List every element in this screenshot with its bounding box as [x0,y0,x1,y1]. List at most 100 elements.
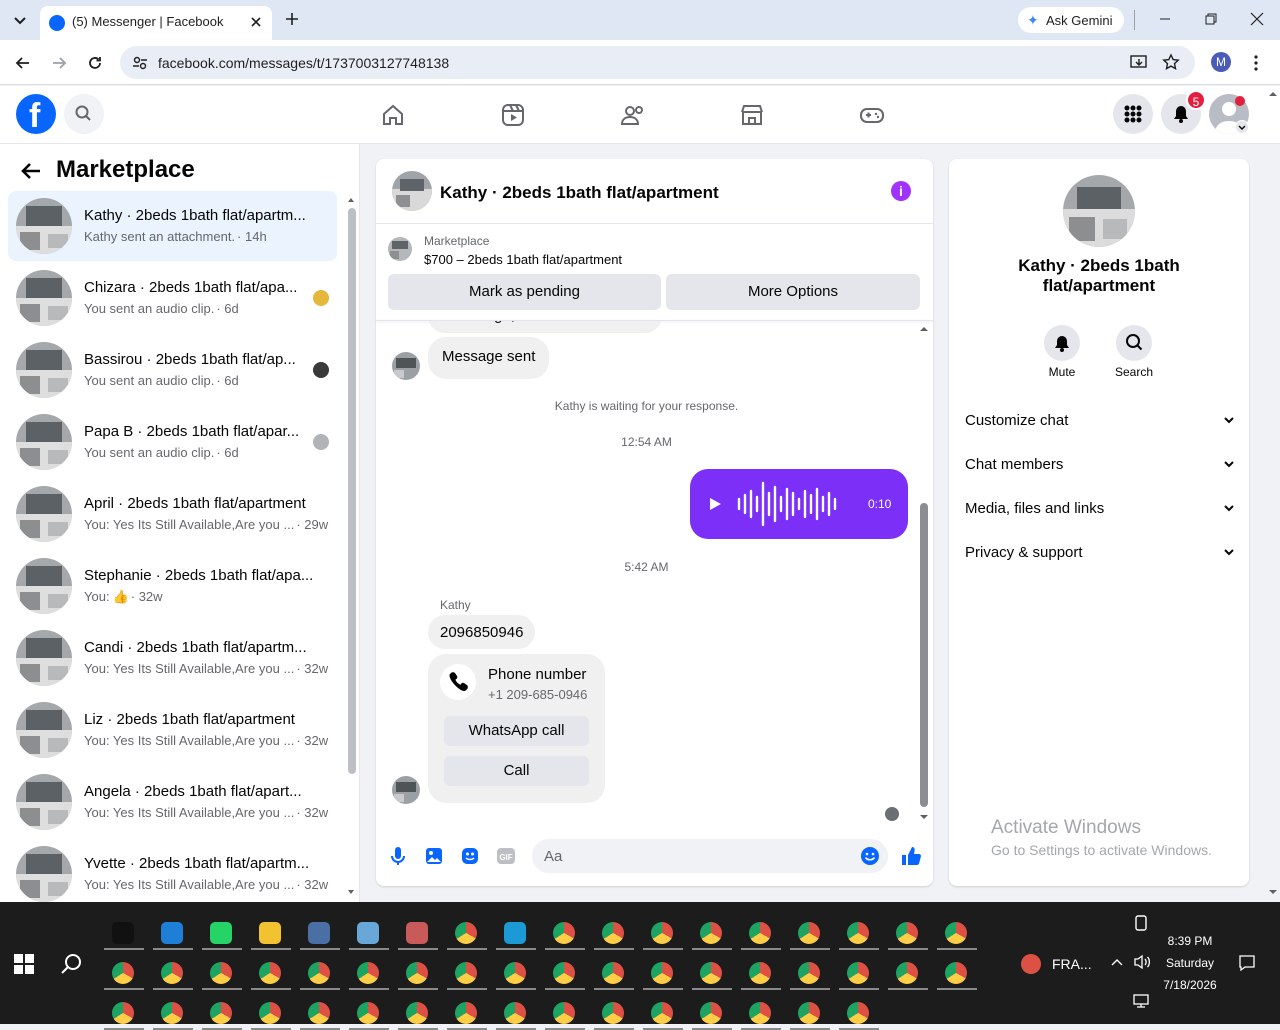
like-button[interactable] [900,845,922,867]
chrome-window-icon[interactable] [896,922,918,944]
voice-clip-button[interactable] [388,846,408,866]
taskbar-app-icon[interactable] [357,922,379,944]
chrome-window-icon[interactable] [455,962,477,984]
chrome-window-icon[interactable] [798,1002,820,1024]
scrollbar-thumb[interactable] [920,503,928,807]
chrome-window-icon[interactable] [945,922,967,944]
chrome-window-icon[interactable] [504,962,526,984]
chrome-window-icon[interactable] [406,962,428,984]
taskbar-app-icon[interactable] [308,922,330,944]
reload-button[interactable] [86,54,104,72]
conversation-item[interactable]: Kathy · 2beds 1bath flat/apartm... Kathy … [8,191,337,261]
chrome-window-icon[interactable] [749,1002,771,1024]
more-options-button[interactable]: More Options [666,274,920,310]
mute-button[interactable] [1044,325,1080,361]
audio-message[interactable]: 0:10 [690,469,908,539]
nav-reels[interactable] [500,102,526,128]
chrome-window-icon[interactable] [455,922,477,944]
chrome-window-icon[interactable] [210,1002,232,1024]
conversation-item[interactable]: Chizara · 2beds 1bath flat/apa... You sen… [8,263,337,333]
listing-title[interactable]: $700 – 2beds 1bath flat/apartment [424,252,622,267]
site-info-icon[interactable] [132,55,148,71]
nav-gaming[interactable] [859,102,885,128]
chrome-window-icon[interactable] [455,1002,477,1024]
account-chevron-icon[interactable] [1235,120,1249,134]
info-button[interactable]: i [891,181,911,201]
chrome-window-icon[interactable] [357,962,379,984]
chrome-window-icon[interactable] [945,962,967,984]
clock-time[interactable]: 8:39 PM [1150,934,1230,948]
chrome-window-icon[interactable] [749,922,771,944]
thread-scrollbar[interactable] [919,325,929,821]
chrome-window-icon[interactable] [161,1002,183,1024]
scrollbar-thumb[interactable] [348,208,356,774]
conversation-item[interactable]: Stephanie · 2beds 1bath flat/apa... You: 👍… [8,551,337,621]
chrome-window-icon[interactable] [896,962,918,984]
chrome-window-icon[interactable] [504,1002,526,1024]
chrome-window-icon[interactable] [798,962,820,984]
nav-home[interactable] [380,102,406,128]
nav-friends[interactable] [620,102,646,128]
chrome-window-icon[interactable] [700,962,722,984]
tray-language[interactable]: FRA... [1052,956,1092,972]
profile-avatar[interactable]: M [1211,52,1231,72]
tray-chrome-icon[interactable] [1021,954,1041,974]
chat-avatar[interactable] [392,171,432,211]
start-button[interactable] [14,954,34,974]
whatsapp-call-button[interactable]: WhatsApp call [444,716,589,746]
ask-gemini-button[interactable]: ✦ Ask Gemini [1018,7,1124,33]
taskbar-app-icon[interactable] [259,922,281,944]
conversation-item[interactable]: April · 2beds 1bath flat/apartment You: Y… [8,479,337,549]
clock-date[interactable]: 7/18/2026 [1150,978,1230,992]
new-tab-button[interactable] [283,10,301,28]
details-section-row[interactable]: Chat members [965,456,1235,473]
sticker-button[interactable] [460,846,480,866]
details-section-row[interactable]: Customize chat [965,412,1235,429]
page-scroll-down[interactable] [1268,888,1278,896]
details-section-row[interactable]: Media, files and links [965,500,1235,517]
forward-button[interactable] [50,54,68,72]
chrome-window-icon[interactable] [406,1002,428,1024]
phone-number-message[interactable]: 2096850946 [428,615,536,649]
network-icon[interactable] [1133,994,1149,1008]
gif-button[interactable]: GIF [496,846,516,866]
conversation-item[interactable]: Liz · 2beds 1bath flat/apartment You: Yes… [8,695,337,765]
chrome-window-icon[interactable] [749,962,771,984]
browser-tab[interactable]: (5) Messenger | Facebook [40,6,272,40]
volume-icon[interactable] [1133,954,1151,970]
taskbar-app-icon[interactable] [504,922,526,944]
nav-marketplace[interactable] [739,102,765,128]
chrome-window-icon[interactable] [210,962,232,984]
search-button[interactable] [64,94,104,134]
chrome-window-icon[interactable] [553,1002,575,1024]
chrome-window-icon[interactable] [259,1002,281,1024]
chrome-window-icon[interactable] [112,962,134,984]
emoji-icon[interactable] [860,846,880,866]
play-icon[interactable] [708,497,722,511]
facebook-logo-icon[interactable]: f [16,94,56,135]
menu-button[interactable] [1113,94,1153,134]
chrome-window-icon[interactable] [847,962,869,984]
conversation-item[interactable]: Papa B · 2beds 1bath flat/apar... You sen… [8,407,337,477]
tray-chevron-up-icon[interactable] [1111,957,1123,967]
chrome-window-icon[interactable] [847,922,869,944]
chrome-window-icon[interactable] [308,1002,330,1024]
search-in-chat-button[interactable] [1116,325,1152,361]
chrome-window-icon[interactable] [700,1002,722,1024]
restore-button[interactable] [1204,12,1218,26]
taskbar-app-icon[interactable] [210,922,232,944]
chrome-window-icon[interactable] [553,922,575,944]
conversation-item[interactable]: Yvette · 2beds 1bath flat/apartm... You: … [8,839,337,909]
back-button[interactable] [14,54,32,72]
conversation-item[interactable]: Bassirou · 2beds 1bath flat/ap... You sen… [8,335,337,405]
chrome-menu-button[interactable] [1252,54,1260,72]
chrome-window-icon[interactable] [602,922,624,944]
chrome-window-icon[interactable] [651,962,673,984]
chrome-window-icon[interactable] [161,962,183,984]
back-arrow-button[interactable] [20,160,42,182]
close-tab-button[interactable] [248,14,264,30]
chrome-window-icon[interactable] [798,922,820,944]
details-section-row[interactable]: Privacy & support [965,544,1235,561]
conversation-item[interactable]: Angela · 2beds 1bath flat/apart... You: Y… [8,767,337,837]
attach-photo-button[interactable] [424,846,444,866]
